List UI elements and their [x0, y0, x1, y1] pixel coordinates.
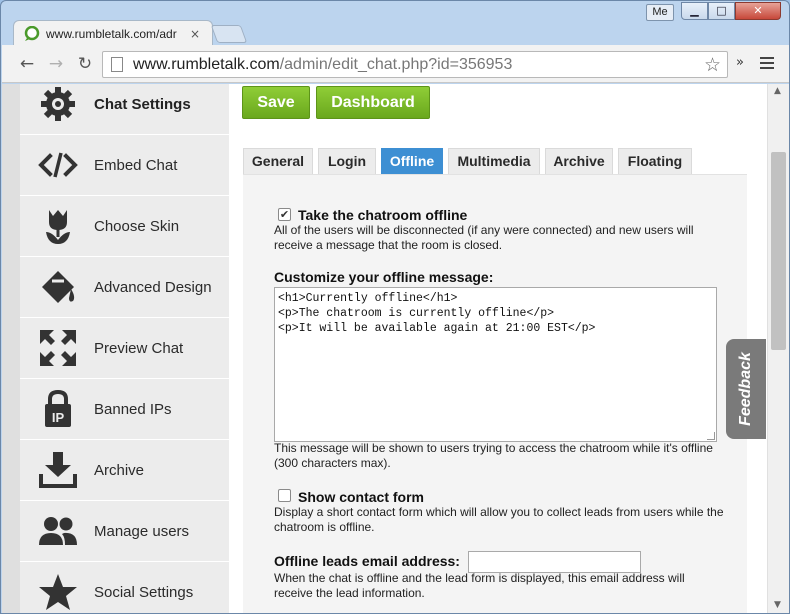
- sidebar-item-label: Banned IPs: [94, 400, 172, 418]
- save-button[interactable]: Save: [242, 86, 310, 119]
- offline-leads-email-input[interactable]: [468, 551, 641, 573]
- url-path: /admin/edit_chat.php?id=356953: [279, 55, 513, 73]
- users-icon: [39, 517, 77, 545]
- offline-settings-panel: ✔ Take the chatroom offline All of the u…: [243, 174, 747, 613]
- sidebar-item-social-settings[interactable]: Social Settings: [20, 562, 229, 613]
- offline-leads-email-label: Offline leads email address:: [274, 553, 460, 569]
- gear-icon: [41, 87, 75, 121]
- star-icon: [39, 574, 77, 610]
- offline-message-value: <h1>Currently offline</h1> <p>The chatro…: [278, 292, 596, 335]
- sidebar-stripe: [2, 84, 20, 613]
- take-offline-label: Take the chatroom offline: [298, 207, 468, 223]
- sidebar-item-label: Chat Settings: [94, 95, 191, 113]
- resize-grip-icon[interactable]: [707, 432, 715, 440]
- sidebar-item-label: Archive: [94, 461, 145, 479]
- sidebar-item-embed-chat[interactable]: Embed Chat: [20, 135, 229, 196]
- show-contact-form-checkbox[interactable]: [278, 489, 291, 502]
- tab-title: www.rumbletalk.com/adr: [46, 26, 177, 41]
- menu-icon[interactable]: [760, 55, 774, 72]
- sidebar-item-label: Advanced Design: [94, 278, 212, 296]
- sidebar-item-manage-users[interactable]: Manage users: [20, 501, 229, 562]
- tab-close-icon[interactable]: ×: [190, 27, 200, 41]
- take-offline-description: All of the users will be disconnected (i…: [274, 223, 694, 252]
- main-content: Save Dashboard General Login Offline Mul…: [229, 84, 767, 613]
- sidebar-item-label: Choose Skin: [94, 217, 180, 235]
- scroll-up-icon[interactable]: ▲: [774, 86, 781, 96]
- feedback-button[interactable]: Feedback: [726, 339, 766, 439]
- tulip-icon: [46, 210, 70, 244]
- dashboard-button[interactable]: Dashboard: [316, 86, 430, 119]
- sidebar-item-archive[interactable]: Archive: [20, 440, 229, 501]
- forward-button[interactable]: →: [45, 53, 67, 75]
- ip-lock-icon: IP: [45, 389, 71, 427]
- sidebar-item-label: Embed Chat: [94, 156, 178, 174]
- sidebar: Chat Settings Embed Chat Choose Skin Adv…: [2, 84, 229, 613]
- paint-bucket-icon: [42, 271, 75, 303]
- sidebar-item-label: Social Settings: [94, 583, 194, 601]
- maximize-button[interactable]: □: [708, 2, 735, 20]
- browser-tab[interactable]: www.rumbletalk.com/adr ×: [13, 20, 213, 46]
- customize-message-label: Customize your offline message:: [274, 269, 494, 285]
- tab-general[interactable]: General: [243, 148, 313, 174]
- code-icon: [38, 152, 78, 178]
- svg-text:IP: IP: [52, 410, 65, 425]
- tab-multimedia[interactable]: Multimedia: [448, 148, 540, 174]
- url-text: www.rumbletalk.com/admin/edit_chat.php?i…: [133, 56, 512, 74]
- sidebar-item-label: Preview Chat: [94, 339, 184, 357]
- vertical-scrollbar[interactable]: ▲ ▼: [767, 84, 789, 613]
- url-host: www.rumbletalk.com: [133, 55, 280, 73]
- sidebar-item-banned-ips[interactable]: IP Banned IPs: [20, 379, 229, 440]
- sidebar-item-advanced-design[interactable]: Advanced Design: [20, 257, 229, 318]
- download-tray-icon: [39, 452, 77, 488]
- bookmark-star-icon[interactable]: ☆: [704, 54, 721, 76]
- minimize-button[interactable]: ▁: [681, 2, 708, 20]
- rumbletalk-favicon: [24, 25, 40, 41]
- feedback-label: Feedback: [737, 352, 754, 426]
- sidebar-item-label: Manage users: [94, 522, 190, 540]
- close-window-button[interactable]: ✕: [735, 2, 781, 20]
- browser-toolbar: ← → ↻ www.rumbletalk.com/admin/edit_chat…: [2, 45, 789, 83]
- page-icon: [111, 57, 123, 72]
- back-button[interactable]: ←: [16, 53, 38, 75]
- reload-button[interactable]: ↻: [74, 53, 96, 75]
- show-contact-form-description: Display a short contact form which will …: [274, 505, 724, 534]
- show-contact-form-label: Show contact form: [298, 489, 425, 505]
- scrollbar-thumb[interactable]: [771, 152, 786, 350]
- sidebar-item-choose-skin[interactable]: Choose Skin: [20, 196, 229, 257]
- offline-message-help: This message will be shown to users tryi…: [274, 441, 713, 470]
- tab-archive[interactable]: Archive: [545, 148, 613, 174]
- scroll-down-icon[interactable]: ▼: [774, 600, 781, 610]
- page-viewport: Chat Settings Embed Chat Choose Skin Adv…: [2, 84, 767, 613]
- tab-floating[interactable]: Floating: [618, 148, 692, 174]
- offline-leads-email-description: When the chat is offline and the lead fo…: [274, 571, 685, 600]
- new-tab-button[interactable]: [210, 25, 248, 43]
- tab-offline[interactable]: Offline: [381, 148, 443, 174]
- browser-window: www.rumbletalk.com/adr × Me ▁ □ ✕ ← → ↻ …: [0, 0, 790, 614]
- extensions-overflow-icon[interactable]: »: [736, 55, 744, 70]
- offline-message-textarea[interactable]: <h1>Currently offline</h1> <p>The chatro…: [274, 287, 717, 442]
- address-bar[interactable]: www.rumbletalk.com/admin/edit_chat.php?i…: [102, 51, 728, 78]
- tab-strip: www.rumbletalk.com/adr × Me ▁ □ ✕: [1, 1, 789, 46]
- take-offline-checkbox[interactable]: ✔: [278, 208, 291, 221]
- user-profile-badge[interactable]: Me: [646, 4, 674, 21]
- tab-login[interactable]: Login: [318, 148, 376, 174]
- expand-arrows-icon: [40, 330, 76, 366]
- sidebar-item-chat-settings[interactable]: Chat Settings: [20, 84, 229, 135]
- sidebar-item-preview-chat[interactable]: Preview Chat: [20, 318, 229, 379]
